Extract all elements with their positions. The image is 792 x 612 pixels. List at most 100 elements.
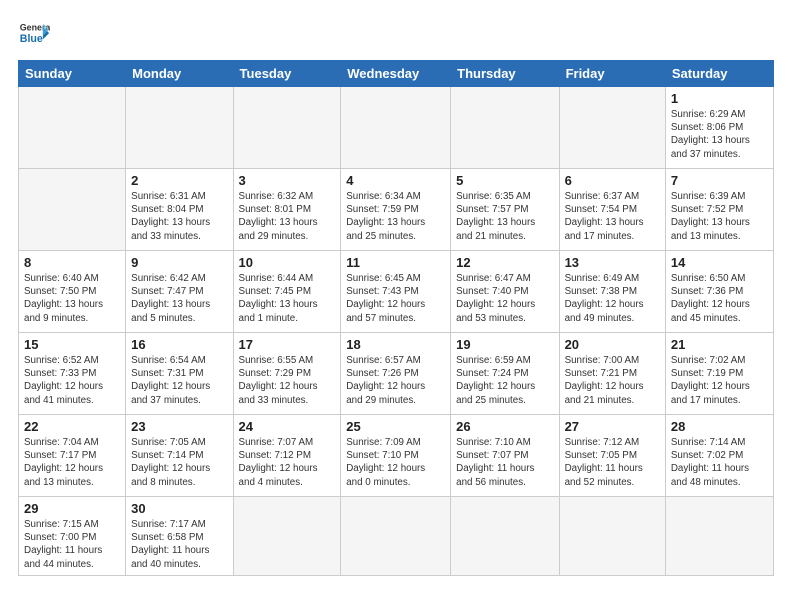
day-number: 13 (565, 255, 660, 270)
day-info: Sunrise: 7:17 AMSunset: 6:58 PMDaylight:… (131, 519, 209, 570)
day-info: Sunrise: 6:54 AMSunset: 7:31 PMDaylight:… (131, 355, 210, 406)
day-info: Sunrise: 6:47 AMSunset: 7:40 PMDaylight:… (456, 273, 535, 324)
day-info: Sunrise: 6:34 AMSunset: 7:59 PMDaylight:… (346, 191, 425, 242)
day-number: 26 (456, 419, 553, 434)
calendar-day-10: 10Sunrise: 6:44 AMSunset: 7:45 PMDayligh… (233, 251, 341, 333)
day-number: 30 (131, 501, 227, 516)
weekday-header-sunday: Sunday (19, 61, 126, 87)
empty-cell (451, 497, 559, 576)
calendar-day-14: 14Sunrise: 6:50 AMSunset: 7:36 PMDayligh… (665, 251, 773, 333)
day-info: Sunrise: 6:55 AMSunset: 7:29 PMDaylight:… (239, 355, 318, 406)
weekday-header-saturday: Saturday (665, 61, 773, 87)
calendar-day-11: 11Sunrise: 6:45 AMSunset: 7:43 PMDayligh… (341, 251, 451, 333)
day-info: Sunrise: 7:12 AMSunset: 7:05 PMDaylight:… (565, 437, 643, 488)
header: GeneralBlue (18, 18, 774, 50)
day-info: Sunrise: 6:42 AMSunset: 7:47 PMDaylight:… (131, 273, 210, 324)
calendar-day-30: 30 Sunrise: 7:17 AMSunset: 6:58 PMDayligh… (126, 497, 233, 576)
svg-text:Blue: Blue (20, 33, 43, 45)
calendar-day-28: 28 Sunrise: 7:14 AMSunset: 7:02 PMDayligh… (665, 415, 773, 497)
calendar-day-12: 12 Sunrise: 6:47 AMSunset: 7:40 PMDayligh… (451, 251, 559, 333)
day-number: 28 (671, 419, 768, 434)
calendar-day-26: 26 Sunrise: 7:10 AMSunset: 7:07 PMDayligh… (451, 415, 559, 497)
calendar-day-9: 9 Sunrise: 6:42 AMSunset: 7:47 PMDaylight… (126, 251, 233, 333)
day-info: Sunrise: 6:45 AMSunset: 7:43 PMDaylight:… (346, 273, 425, 324)
day-number: 23 (131, 419, 227, 434)
day-info: Sunrise: 6:32 AMSunset: 8:01 PMDaylight:… (239, 191, 318, 242)
calendar-week-1: 1 Sunrise: 6:29 AMSunset: 8:06 PMDaylight… (19, 87, 774, 169)
day-number: 21 (671, 337, 768, 352)
calendar-day-18: 18 Sunrise: 6:57 AMSunset: 7:26 PMDayligh… (341, 333, 451, 415)
day-info: Sunrise: 7:10 AMSunset: 7:07 PMDaylight:… (456, 437, 534, 488)
day-info: Sunrise: 7:14 AMSunset: 7:02 PMDaylight:… (671, 437, 749, 488)
day-number: 9 (131, 255, 227, 270)
day-info: Sunrise: 6:31 AMSunset: 8:04 PMDaylight:… (131, 191, 210, 242)
calendar-day-27: 27Sunrise: 7:12 AMSunset: 7:05 PMDayligh… (559, 415, 665, 497)
empty-cell (19, 169, 126, 251)
empty-cell (451, 87, 559, 169)
page: GeneralBlue SundayMondayTuesdayWednesday… (0, 0, 792, 612)
empty-cell (341, 497, 451, 576)
day-number: 12 (456, 255, 553, 270)
calendar-day-25: 25 Sunrise: 7:09 AMSunset: 7:10 PMDayligh… (341, 415, 451, 497)
day-info: Sunrise: 6:57 AMSunset: 7:26 PMDaylight:… (346, 355, 425, 406)
empty-cell (559, 497, 665, 576)
logo: GeneralBlue (18, 18, 50, 50)
day-number: 2 (131, 173, 227, 188)
day-info: Sunrise: 6:29 AMSunset: 8:06 PMDaylight:… (671, 109, 750, 160)
day-number: 6 (565, 173, 660, 188)
calendar-day-21: 21 Sunrise: 7:02 AMSunset: 7:19 PMDayligh… (665, 333, 773, 415)
weekday-header-thursday: Thursday (451, 61, 559, 87)
calendar-day-13: 13Sunrise: 6:49 AMSunset: 7:38 PMDayligh… (559, 251, 665, 333)
calendar-day-15: 15 Sunrise: 6:52 AMSunset: 7:33 PMDayligh… (19, 333, 126, 415)
day-number: 24 (239, 419, 336, 434)
calendar-week-4: 15 Sunrise: 6:52 AMSunset: 7:33 PMDayligh… (19, 333, 774, 415)
day-info: Sunrise: 6:52 AMSunset: 7:33 PMDaylight:… (24, 355, 103, 406)
weekday-header-friday: Friday (559, 61, 665, 87)
weekday-header-row: SundayMondayTuesdayWednesdayThursdayFrid… (19, 61, 774, 87)
calendar-week-3: 8Sunrise: 6:40 AMSunset: 7:50 PMDaylight… (19, 251, 774, 333)
empty-cell (341, 87, 451, 169)
calendar-day-7: 7Sunrise: 6:39 AMSunset: 7:52 PMDaylight… (665, 169, 773, 251)
calendar-day-3: 3Sunrise: 6:32 AMSunset: 8:01 PMDaylight… (233, 169, 341, 251)
calendar-day-17: 17 Sunrise: 6:55 AMSunset: 7:29 PMDayligh… (233, 333, 341, 415)
day-info: Sunrise: 7:02 AMSunset: 7:19 PMDaylight:… (671, 355, 750, 406)
calendar-day-1: 1 Sunrise: 6:29 AMSunset: 8:06 PMDaylight… (665, 87, 773, 169)
day-number: 15 (24, 337, 120, 352)
weekday-header-tuesday: Tuesday (233, 61, 341, 87)
day-info: Sunrise: 7:09 AMSunset: 7:10 PMDaylight:… (346, 437, 425, 488)
day-number: 22 (24, 419, 120, 434)
day-number: 16 (131, 337, 227, 352)
day-number: 17 (239, 337, 336, 352)
weekday-header-monday: Monday (126, 61, 233, 87)
calendar-day-22: 22 Sunrise: 7:04 AMSunset: 7:17 PMDayligh… (19, 415, 126, 497)
calendar-day-24: 24Sunrise: 7:07 AMSunset: 7:12 PMDayligh… (233, 415, 341, 497)
day-number: 19 (456, 337, 553, 352)
calendar-table: SundayMondayTuesdayWednesdayThursdayFrid… (18, 60, 774, 576)
day-info: Sunrise: 7:15 AMSunset: 7:00 PMDaylight:… (24, 519, 102, 570)
day-number: 25 (346, 419, 445, 434)
calendar-week-2: 2 Sunrise: 6:31 AMSunset: 8:04 PMDaylight… (19, 169, 774, 251)
calendar-week-6: 29 Sunrise: 7:15 AMSunset: 7:00 PMDayligh… (19, 497, 774, 576)
day-info: Sunrise: 7:04 AMSunset: 7:17 PMDaylight:… (24, 437, 103, 488)
empty-cell (126, 87, 233, 169)
calendar-day-4: 4Sunrise: 6:34 AMSunset: 7:59 PMDaylight… (341, 169, 451, 251)
empty-cell (665, 497, 773, 576)
day-info: Sunrise: 6:40 AMSunset: 7:50 PMDaylight:… (24, 273, 103, 324)
empty-cell (559, 87, 665, 169)
day-number: 14 (671, 255, 768, 270)
day-info: Sunrise: 7:00 AMSunset: 7:21 PMDaylight:… (565, 355, 644, 406)
calendar-day-5: 5Sunrise: 6:35 AMSunset: 7:57 PMDaylight… (451, 169, 559, 251)
calendar-day-20: 20 Sunrise: 7:00 AMSunset: 7:21 PMDayligh… (559, 333, 665, 415)
day-info: Sunrise: 6:59 AMSunset: 7:24 PMDaylight:… (456, 355, 535, 406)
calendar-day-16: 16 Sunrise: 6:54 AMSunset: 7:31 PMDayligh… (126, 333, 233, 415)
day-number: 20 (565, 337, 660, 352)
calendar-week-5: 22 Sunrise: 7:04 AMSunset: 7:17 PMDayligh… (19, 415, 774, 497)
empty-cell (19, 87, 126, 169)
day-number: 29 (24, 501, 120, 516)
day-number: 1 (671, 91, 768, 106)
day-number: 18 (346, 337, 445, 352)
day-info: Sunrise: 7:05 AMSunset: 7:14 PMDaylight:… (131, 437, 210, 488)
calendar-day-8: 8Sunrise: 6:40 AMSunset: 7:50 PMDaylight… (19, 251, 126, 333)
day-info: Sunrise: 6:44 AMSunset: 7:45 PMDaylight:… (239, 273, 318, 324)
day-info: Sunrise: 6:37 AMSunset: 7:54 PMDaylight:… (565, 191, 644, 242)
